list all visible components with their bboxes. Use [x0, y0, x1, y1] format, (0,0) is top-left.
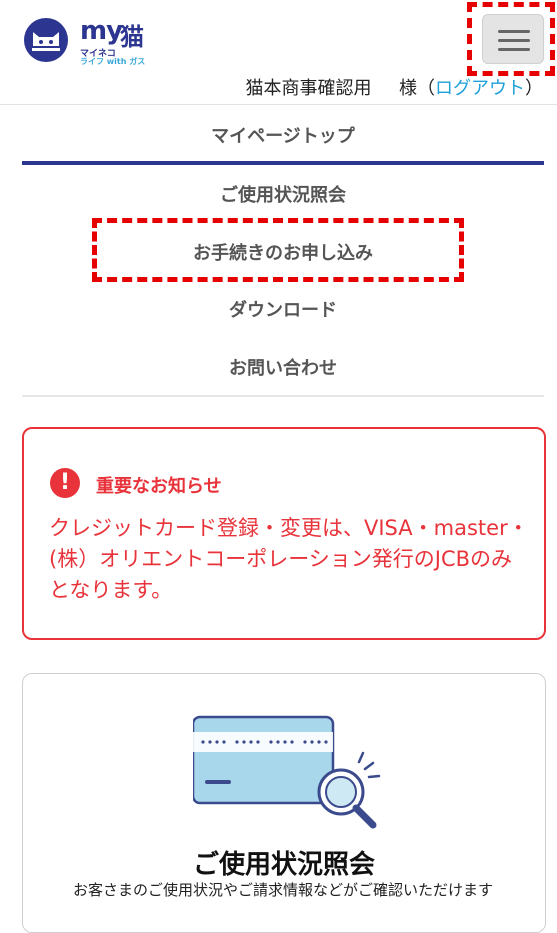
- card-description: お客さまのご使用状況やご請求情報などがご確認いただけます: [72, 881, 493, 899]
- notice-body: クレジットカード登録・変更は、VISA・master・(株）オリエントコーポレー…: [49, 516, 529, 602]
- nav-item-application[interactable]: お手続きのお申し込み: [22, 239, 544, 265]
- credit-card-search-icon: [193, 715, 381, 829]
- logout-link[interactable]: ログアウト: [435, 78, 525, 99]
- nav-item-contact[interactable]: お問い合わせ: [22, 354, 544, 380]
- exclamation-icon: !: [50, 468, 80, 498]
- nav-active-indicator: [22, 161, 544, 165]
- usage-inquiry-card[interactable]: ご使用状況照会 お客さまのご使用状況やご請求情報などがご確認いただけます: [22, 673, 546, 933]
- important-notice-box: ! 重要なお知らせ クレジットカード登録・変更は、VISA・master・(株）…: [22, 427, 546, 640]
- header-divider: [0, 104, 557, 105]
- logo-kanji-text: 猫: [120, 23, 144, 51]
- card-title: ご使用状況照会: [192, 850, 375, 880]
- user-close-paren: ）: [525, 78, 543, 99]
- cat-logo-icon: [24, 18, 68, 62]
- logo-my-text: my: [80, 16, 123, 46]
- user-info: 猫本商事確認用 様（ログアウト）: [246, 74, 543, 100]
- hamburger-icon: [498, 30, 530, 33]
- site-logo[interactable]: my 猫 マイネコ ライフ with ガス: [24, 16, 154, 66]
- nav-divider: [22, 395, 544, 397]
- user-honorific: 様（: [399, 78, 435, 99]
- hamburger-icon-line: [498, 39, 530, 42]
- nav-item-mypage-top[interactable]: マイページトップ: [22, 122, 544, 148]
- notice-title: 重要なお知らせ: [96, 476, 222, 497]
- user-name: 猫本商事確認用: [245, 78, 372, 99]
- nav-item-usage-inquiry[interactable]: ご使用状況照会: [22, 181, 544, 207]
- logo-tagline: ライフ with ガス: [80, 57, 146, 66]
- nav-item-download[interactable]: ダウンロード: [22, 296, 544, 322]
- hamburger-icon-line: [498, 48, 530, 51]
- hamburger-menu-button[interactable]: [482, 14, 544, 64]
